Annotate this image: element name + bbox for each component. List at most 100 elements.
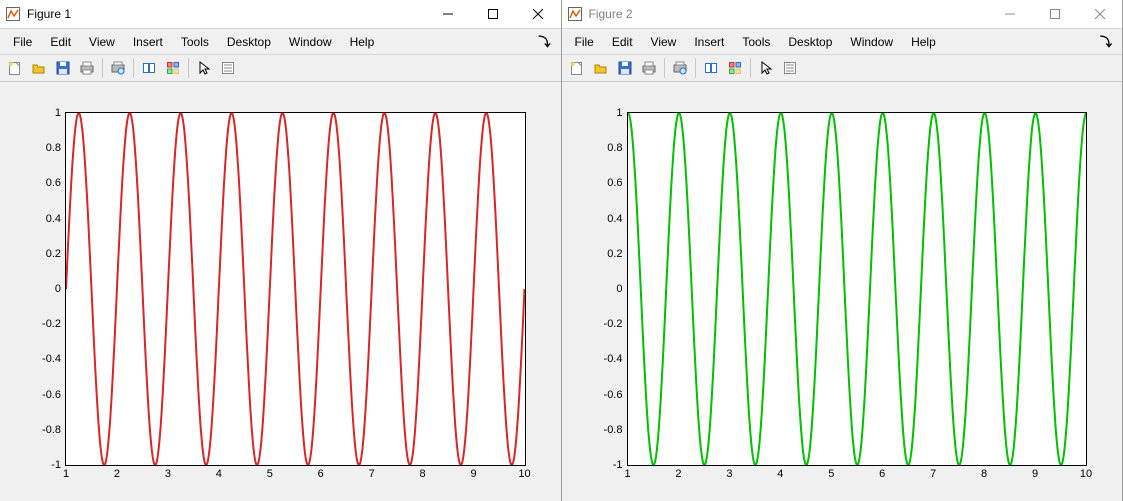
menu-file[interactable]: File <box>4 32 41 52</box>
app-icon <box>5 6 21 22</box>
toolbar-separator <box>133 58 134 78</box>
x-tick-label: 7 <box>930 465 936 480</box>
open-button[interactable] <box>589 56 613 80</box>
y-tick-label: 0.8 <box>46 142 66 154</box>
menu-bar: FileEditViewInsertToolsDesktopWindowHelp… <box>0 29 561 55</box>
properties-button[interactable] <box>778 56 802 80</box>
new-figure-button[interactable] <box>3 56 27 80</box>
print-button[interactable] <box>75 56 99 80</box>
menu-window[interactable]: Window <box>280 32 341 52</box>
x-tick-label: 8 <box>420 465 426 480</box>
minimize-button[interactable] <box>987 0 1032 28</box>
menu-insert[interactable]: Insert <box>685 32 733 52</box>
pointer-button[interactable] <box>192 56 216 80</box>
print-preview-button[interactable] <box>106 56 130 80</box>
menu-tools[interactable]: Tools <box>172 32 218 52</box>
x-tick-label: 1 <box>63 465 69 480</box>
link-button[interactable] <box>137 56 161 80</box>
x-tick-label: 9 <box>1032 465 1038 480</box>
properties-button[interactable] <box>216 56 240 80</box>
x-tick-label: 9 <box>470 465 476 480</box>
pointer-button[interactable] <box>754 56 778 80</box>
save-button[interactable] <box>51 56 75 80</box>
save-icon <box>55 60 71 76</box>
plot-area: -1-0.8-0.6-0.4-0.200.20.40.60.8112345678… <box>562 82 1123 501</box>
figure-window-2: Figure 2 FileEditViewInsertToolsDesktopWi… <box>562 0 1123 501</box>
open-button[interactable] <box>27 56 51 80</box>
open-icon <box>593 60 609 76</box>
y-tick-label: 0.6 <box>46 177 66 189</box>
tile-button[interactable] <box>723 56 747 80</box>
y-tick-label: 0.2 <box>607 248 627 260</box>
x-tick-label: 1 <box>624 465 630 480</box>
axes[interactable]: -1-0.8-0.6-0.4-0.200.20.40.60.8112345678… <box>65 112 526 466</box>
menu-window[interactable]: Window <box>841 32 902 52</box>
window-controls <box>987 0 1122 28</box>
line-series <box>66 113 525 465</box>
app-icon <box>567 6 583 22</box>
new-figure-icon <box>569 60 585 76</box>
axes[interactable]: -1-0.8-0.6-0.4-0.200.20.40.60.8112345678… <box>627 112 1088 466</box>
matlab-figure-icon <box>5 6 21 22</box>
y-tick-label: -0.8 <box>604 424 628 436</box>
new-figure-button[interactable] <box>565 56 589 80</box>
title-bar[interactable]: Figure 1 <box>0 0 561 29</box>
new-figure-icon <box>7 60 23 76</box>
menu-file[interactable]: File <box>566 32 603 52</box>
open-icon <box>31 60 47 76</box>
save-icon <box>617 60 633 76</box>
x-tick-label: 6 <box>879 465 885 480</box>
menu-view[interactable]: View <box>642 32 686 52</box>
print-preview-icon <box>110 60 126 76</box>
menu-view[interactable]: View <box>80 32 124 52</box>
y-tick-label: -0.2 <box>42 318 66 330</box>
x-tick-label: 2 <box>114 465 120 480</box>
y-tick-label: -0.2 <box>604 318 628 330</box>
x-tick-label: 5 <box>828 465 834 480</box>
x-tick-label: 3 <box>726 465 732 480</box>
y-tick-label: 0 <box>55 283 66 295</box>
toolbar-separator <box>188 58 189 78</box>
menu-edit[interactable]: Edit <box>41 32 80 52</box>
x-tick-label: 4 <box>777 465 783 480</box>
print-button[interactable] <box>637 56 661 80</box>
plot-area: -1-0.8-0.6-0.4-0.200.20.40.60.8112345678… <box>0 82 561 501</box>
maximize-button[interactable] <box>1032 0 1077 28</box>
close-button[interactable] <box>1077 0 1122 28</box>
pointer-icon <box>758 60 774 76</box>
link-icon <box>703 60 719 76</box>
save-button[interactable] <box>613 56 637 80</box>
maximize-button[interactable] <box>471 0 516 28</box>
figure-window-1: Figure 1 FileEditViewInsertToolsDesktopWi… <box>0 0 562 501</box>
menu-desktop[interactable]: Desktop <box>779 32 841 52</box>
tile-icon <box>165 60 181 76</box>
y-tick-label: -0.6 <box>42 389 66 401</box>
menu-insert[interactable]: Insert <box>124 32 172 52</box>
tile-button[interactable] <box>161 56 185 80</box>
x-tick-label: 5 <box>267 465 273 480</box>
close-button[interactable] <box>516 0 561 28</box>
print-icon <box>79 60 95 76</box>
title-bar[interactable]: Figure 2 <box>562 0 1123 29</box>
toolbar-separator <box>664 58 665 78</box>
menu-overflow-icon[interactable]: ⤵ <box>1100 33 1118 50</box>
toolbar-separator <box>695 58 696 78</box>
menu-overflow-icon[interactable]: ⤵ <box>538 33 556 50</box>
menu-help[interactable]: Help <box>341 32 384 52</box>
x-tick-label: 10 <box>1080 465 1092 480</box>
menu-edit[interactable]: Edit <box>603 32 642 52</box>
x-tick-label: 4 <box>216 465 222 480</box>
x-tick-label: 3 <box>165 465 171 480</box>
x-tick-label: 6 <box>318 465 324 480</box>
x-tick-label: 7 <box>369 465 375 480</box>
window-title: Figure 2 <box>589 7 988 21</box>
menu-help[interactable]: Help <box>902 32 945 52</box>
toolbar-separator <box>750 58 751 78</box>
minimize-button[interactable] <box>426 0 471 28</box>
properties-icon <box>220 60 236 76</box>
window-title: Figure 1 <box>27 7 426 21</box>
print-preview-button[interactable] <box>668 56 692 80</box>
menu-tools[interactable]: Tools <box>733 32 779 52</box>
menu-desktop[interactable]: Desktop <box>218 32 280 52</box>
link-button[interactable] <box>699 56 723 80</box>
